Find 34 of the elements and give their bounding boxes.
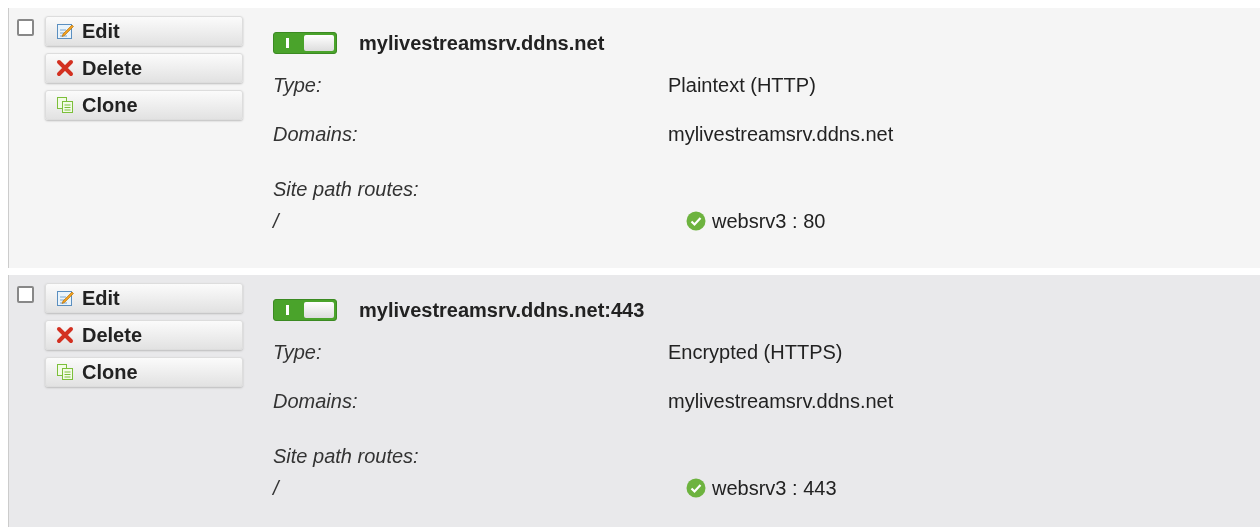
route-target: websrv3 : 443: [712, 476, 837, 500]
route-target: websrv3 : 80: [712, 209, 826, 233]
edit-button[interactable]: Edit: [45, 283, 243, 313]
field-value: Encrypted (HTTPS): [668, 341, 843, 364]
x-icon: [56, 59, 74, 77]
field-value: mylivestreamsrv.ddns.net: [668, 390, 894, 413]
delete-button[interactable]: Delete: [45, 53, 243, 83]
clone-button[interactable]: Clone: [45, 357, 243, 387]
field-label: Type:: [273, 74, 323, 97]
route-path: /: [273, 476, 281, 500]
check-circle-icon: [686, 211, 706, 231]
field-label: Domains:: [273, 123, 359, 146]
site-title: mylivestreamsrv.ddns.net:443: [359, 298, 645, 322]
checkbox[interactable]: [17, 19, 34, 36]
field-label: Domains:: [273, 390, 359, 413]
toggle-switch[interactable]: [273, 32, 337, 54]
toggle-switch[interactable]: [273, 299, 337, 321]
pencil-note-icon: [56, 22, 74, 40]
delete-button[interactable]: Delete: [45, 320, 243, 350]
routes-label: Site path routes:: [273, 178, 419, 201]
copy-icon: [56, 363, 74, 381]
routes-label: Site path routes:: [273, 445, 419, 468]
field-value: mylivestreamsrv.ddns.net: [668, 123, 894, 146]
check-circle-icon: [686, 478, 706, 498]
copy-icon: [56, 96, 74, 114]
edit-button[interactable]: Edit: [45, 16, 243, 46]
field-value: Plaintext (HTTP): [668, 74, 816, 97]
field-label: Type:: [273, 341, 323, 364]
pencil-note-icon: [56, 289, 74, 307]
x-icon: [56, 326, 74, 344]
route-path: /: [273, 209, 281, 233]
clone-button[interactable]: Clone: [45, 90, 243, 120]
checkbox[interactable]: [17, 286, 34, 303]
site-title: mylivestreamsrv.ddns.net: [359, 31, 605, 55]
